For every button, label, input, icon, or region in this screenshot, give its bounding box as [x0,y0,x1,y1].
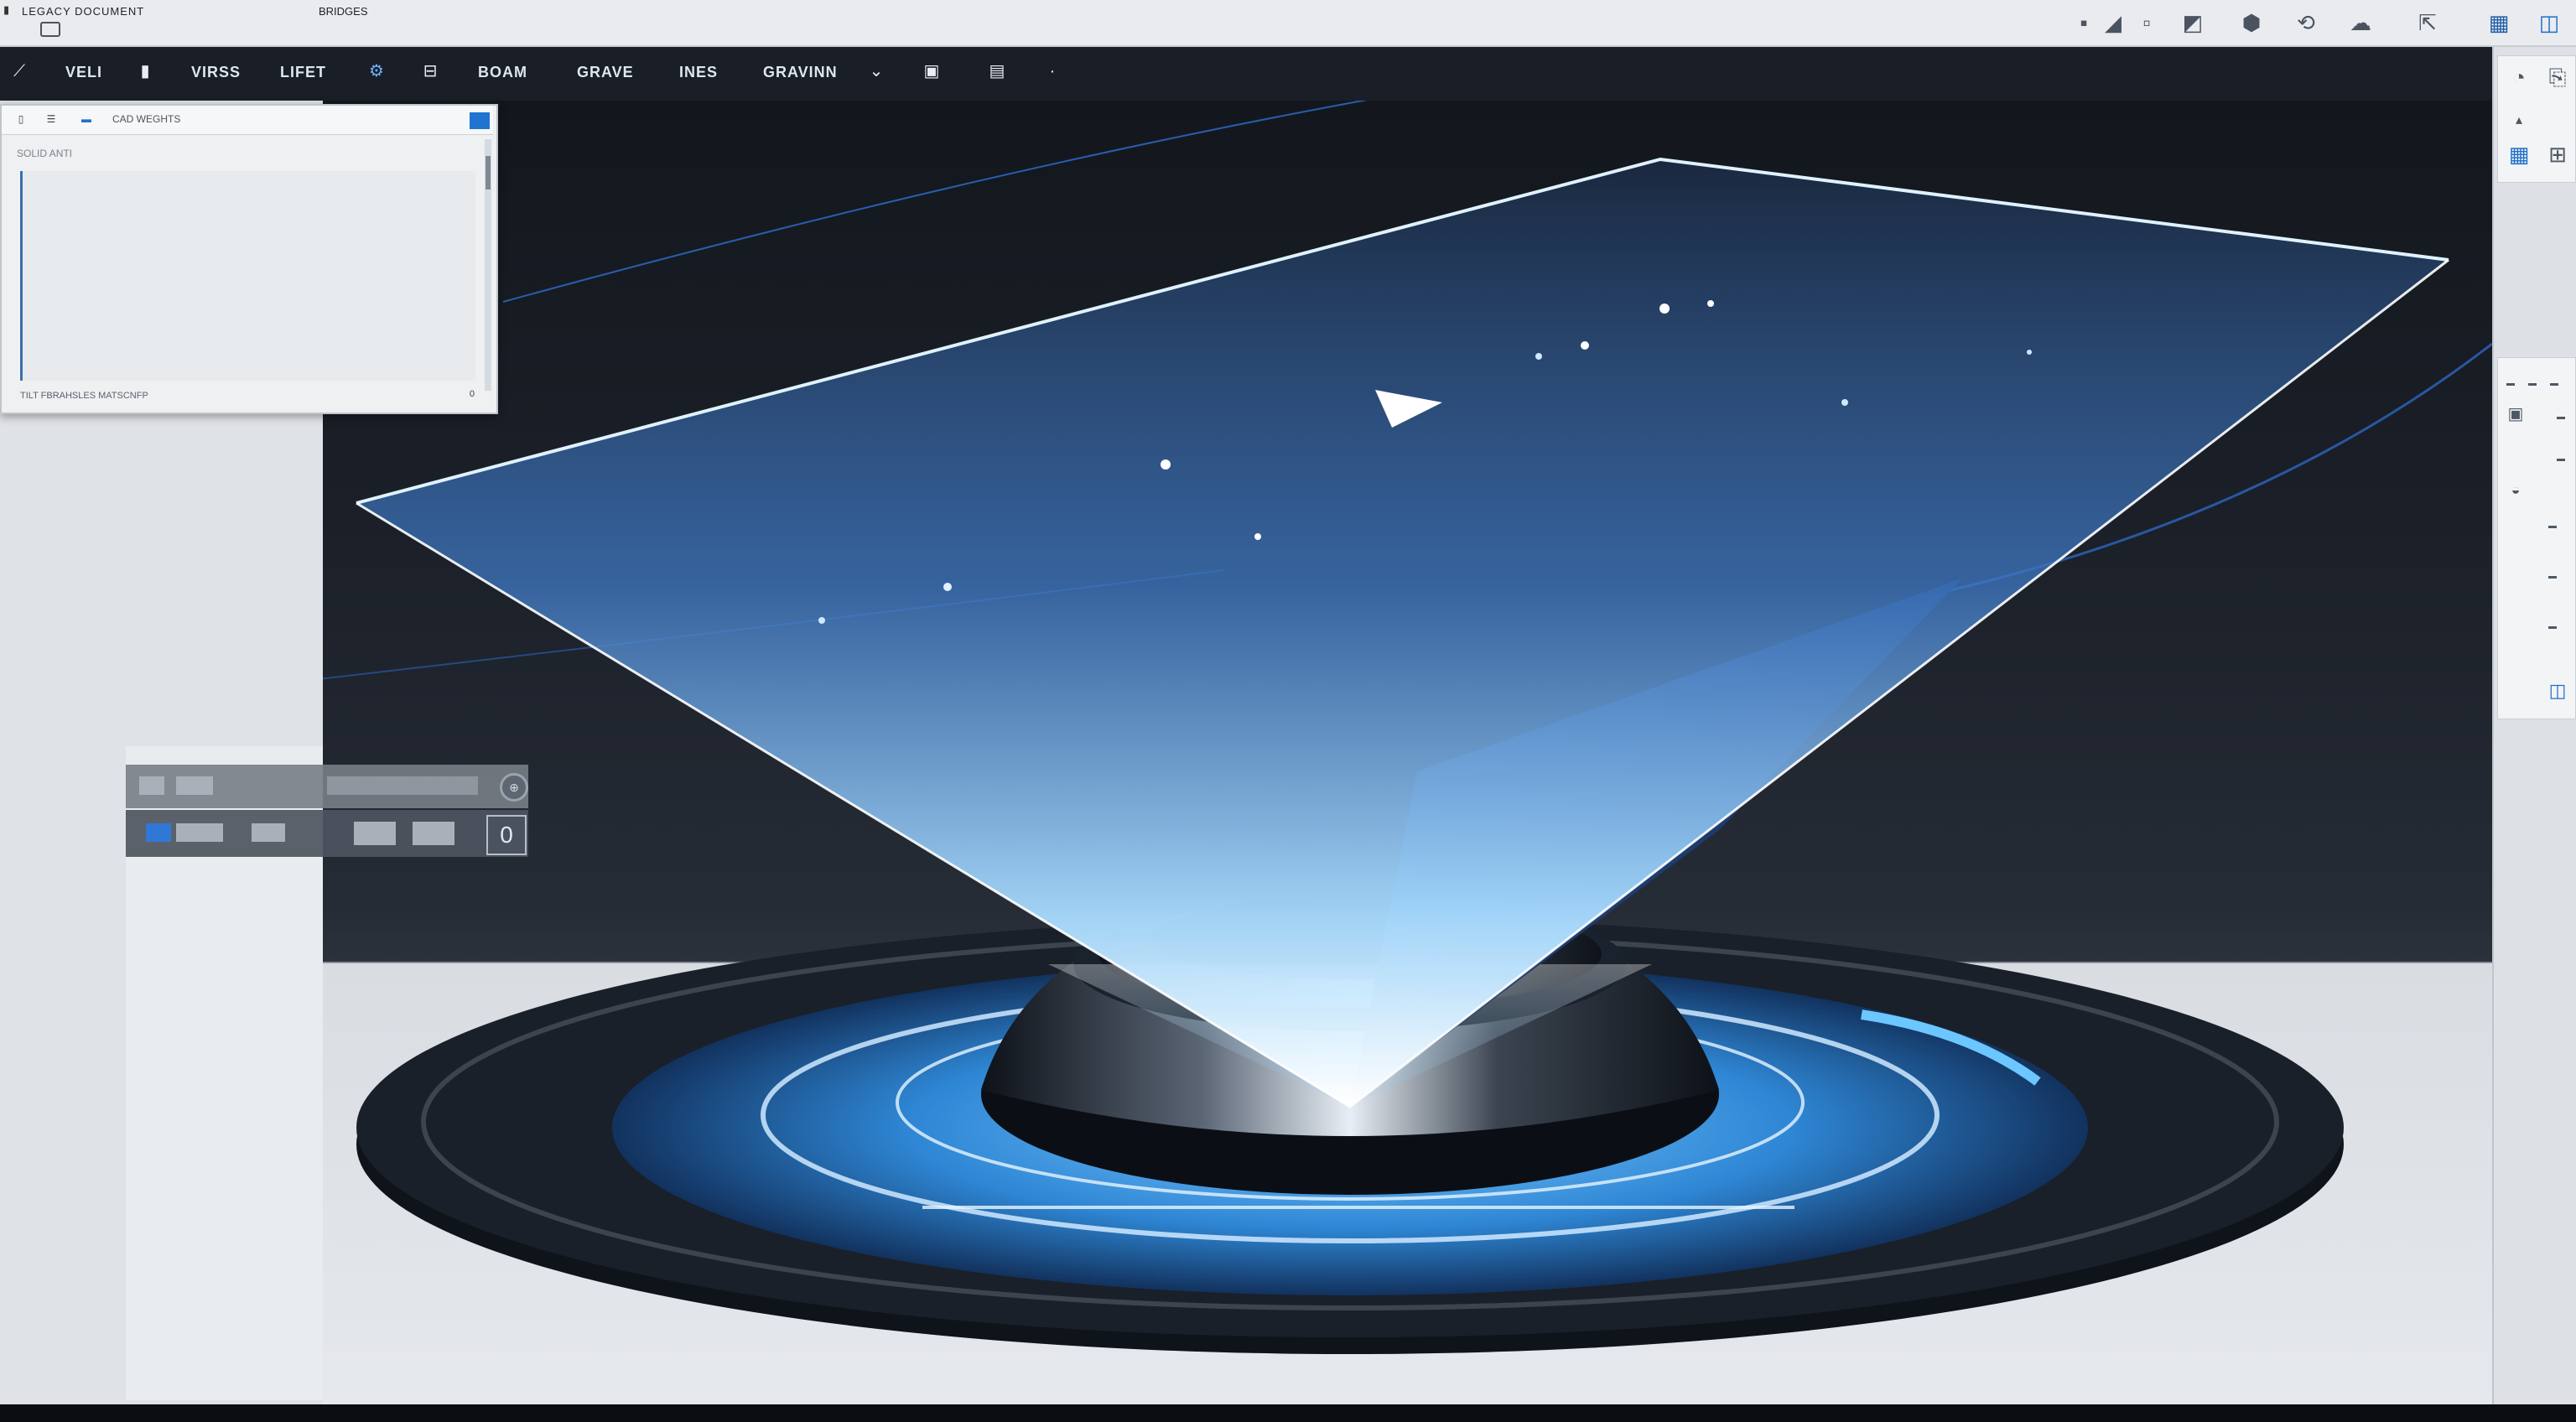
tick-mark [2528,383,2537,386]
menu-bar: ⟋ VELI ▮ VIRSS LIFET ⚙ ⊟ BOAM GRAVE INES… [0,47,2492,101]
properties-field-area[interactable] [20,171,475,381]
document-title: BRIDGES [319,5,368,18]
app-title: LEGACY DOCUMENT [22,5,145,18]
tick-mark [2506,383,2515,386]
tool-card-properties: ▣ ◒ ◫ [2497,357,2576,719]
document-icon[interactable]: ▯ [13,112,29,126]
menu-item-5[interactable]: INES [679,64,718,81]
chart-icon[interactable]: ▣ [921,60,943,82]
panel-icon[interactable]: ◫ [2543,677,2572,705]
camera-icon[interactable]: ◔ [2505,63,2533,91]
menu-item-4[interactable]: GRAVE [577,64,634,81]
scrollbar[interactable] [485,139,491,391]
square-icon[interactable]: ▪ [2071,10,2096,35]
tag-icon[interactable]: ▬ [79,112,94,126]
tool-chip[interactable] [176,776,213,795]
cap-icon[interactable]: ◒ [2501,475,2530,504]
menu-item-0[interactable]: VELI [65,64,102,81]
status-bar [0,1404,2576,1422]
tick-mark [2557,459,2565,461]
properties-panel[interactable]: ▯ ☰ ▬ CAD WEGHTS SOLID ANTI TILT FBRAHSL… [0,104,498,414]
lock-icon[interactable]: ▣ [2501,400,2530,428]
viewport-toolbar-row-bottom [126,810,528,857]
tool-button[interactable] [354,822,396,845]
grid-icon[interactable]: ▦ [2486,10,2511,35]
tool-chip[interactable] [139,776,164,795]
cube-icon[interactable]: ⬢ [2239,10,2264,35]
cut-icon[interactable]: ⎘ [2543,63,2572,91]
export-icon[interactable]: ⇱ [2415,10,2440,35]
panel-footer-value: 0 [469,389,475,399]
pin-icon[interactable]: ▮ [134,60,156,82]
properties-panel-title: CAD WEGHTS [112,113,181,125]
panel-footer-label: TILT FBRAHSLES MATSCNFP [20,391,148,401]
tool-button[interactable] [413,822,454,845]
tool-button[interactable] [176,823,223,842]
dock-pin-icon[interactable] [470,112,490,129]
dot-icon[interactable]: ▴ [2505,106,2533,135]
panel-icon[interactable]: ◫ [2537,10,2562,35]
paint-icon[interactable]: ◢ [2101,10,2126,35]
menu-item-3[interactable]: BOAM [478,64,527,81]
gear-icon[interactable]: ⚙ [366,60,387,82]
section-label: SOLID ANTI [17,148,73,159]
cloud-icon[interactable]: ☁ [2348,10,2373,35]
tool-slider[interactable] [327,776,478,795]
layers-icon[interactable]: ▦ [2505,140,2533,169]
menu-item-1[interactable]: VIRSS [191,64,241,81]
chevron-down-icon[interactable]: ⌄ [865,60,887,82]
menu-item-2[interactable]: LIFET [280,64,326,81]
bookmark-icon[interactable]: ⊟ [419,60,441,82]
tool-card-top: ◔ ⎘ ▴ ▦ ⊞ [2497,55,2576,183]
right-tool-panel: ◔ ⎘ ▴ ▦ ⊞ ▣ ◒ ◫ [2492,47,2576,1404]
zoom-knob[interactable]: ⊕ [500,773,528,802]
layers-icon[interactable]: ◩ [2180,10,2205,35]
viewport-toolbar [126,765,528,857]
select-tool-icon[interactable]: ⟋ [8,60,30,82]
document-icon[interactable]: ▫ [2134,10,2159,35]
frame-counter[interactable]: 0 [486,815,527,855]
title-bar: ▮ LEGACY DOCUMENT BRIDGES ▪ ◢ ▫ ◩ ⬢ ⟲ ☁ … [0,0,2576,47]
list-icon[interactable]: ☰ [44,112,59,126]
tool-button[interactable] [252,823,285,842]
properties-panel-header: ▯ ☰ ▬ CAD WEGHTS [2,106,493,135]
active-tool-button[interactable] [146,823,171,842]
tick-mark [2557,417,2565,419]
tick-mark [2548,526,2557,528]
image-icon[interactable]: ▤ [986,60,1008,82]
menu-item-6[interactable]: GRAVINN [763,64,838,81]
tick-mark [2548,626,2557,629]
filter-icon[interactable]: ⊞ [2543,140,2572,169]
app-icon: ▮ [3,3,10,16]
tick-mark [2550,383,2558,386]
viewport-toolbar-row-top [126,765,528,808]
dot-icon[interactable]: · [1041,60,1063,82]
render-icon[interactable]: ⟲ [2293,10,2319,35]
window-icon[interactable] [40,22,60,37]
tick-mark [2548,576,2557,579]
